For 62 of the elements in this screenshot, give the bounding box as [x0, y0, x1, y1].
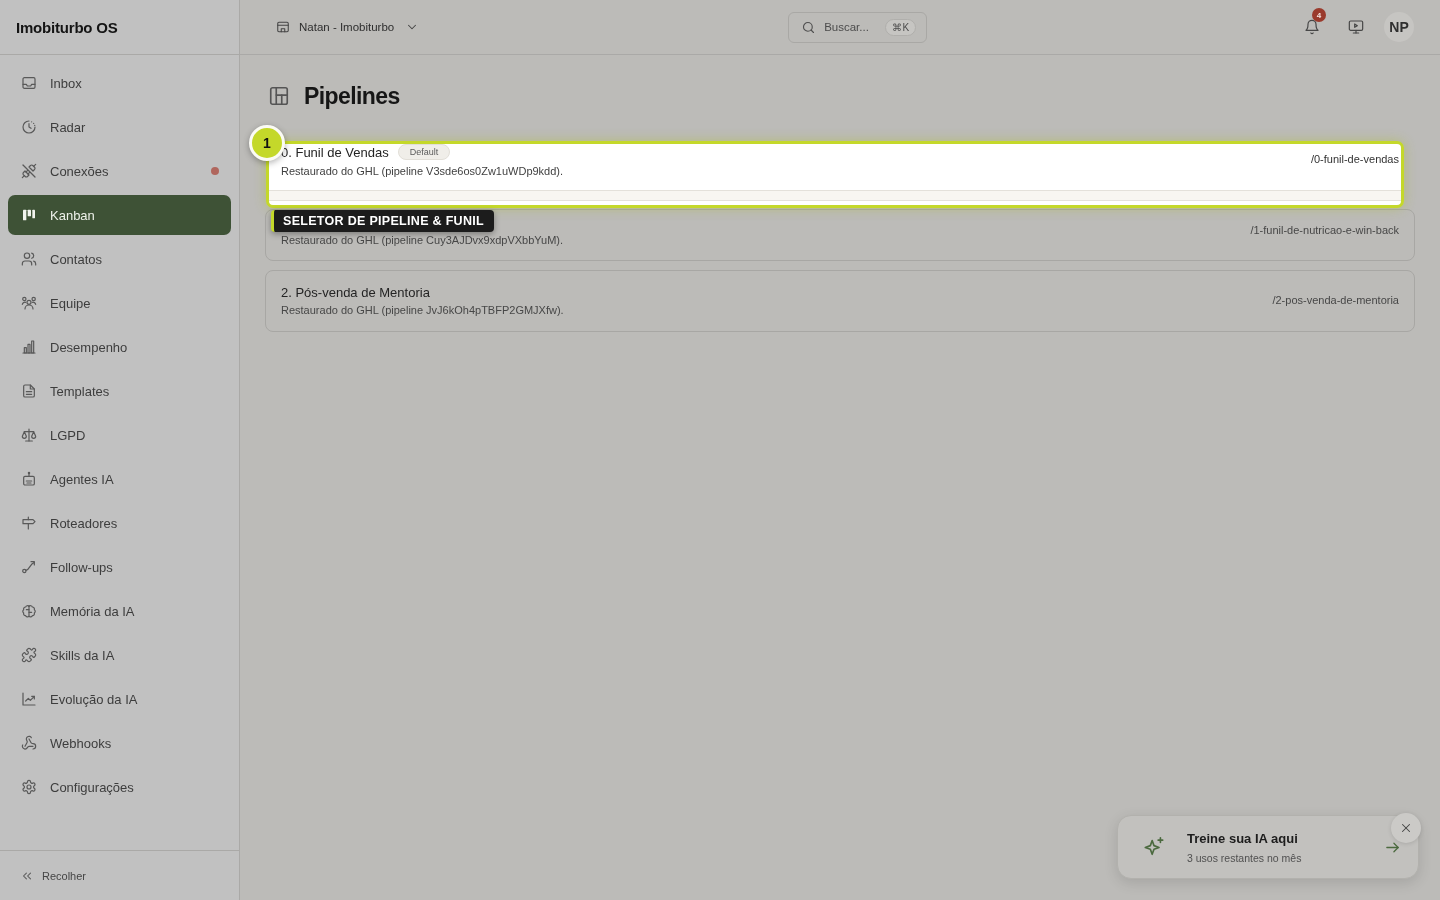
nav-item[interactable]: Conexões [8, 151, 231, 191]
nav-item[interactable]: Agentes IA [8, 459, 231, 499]
bar-chart-icon [21, 339, 37, 355]
tray-icon [21, 75, 37, 91]
search-icon [801, 19, 817, 35]
pipeline-description: Restaurado do GHL (pipeline JvJ6kOh4pTBFP2GMJXfw). [281, 303, 565, 317]
team-icon [21, 295, 37, 311]
timer-icon [21, 119, 37, 135]
pipeline-description: Restaurado do GHL (pipeline V3sde6os0Zw1uWDp9kdd). [281, 164, 565, 178]
workspace-selector[interactable]: Natan - Imobiturbo [276, 20, 420, 34]
webhook-icon [21, 735, 37, 751]
monitor-play-icon [1348, 19, 1364, 35]
shortcut-badge: ⌘K [885, 18, 917, 36]
promo-subtitle: 3 usos restantes no mês [1187, 851, 1303, 864]
pipeline-slug: /2-pos-venda-de-mentoria [1272, 294, 1399, 306]
nav-item[interactable]: Inbox [8, 63, 231, 103]
scales-icon [21, 427, 37, 443]
promo-title: Treine sua IA aqui [1187, 830, 1299, 846]
user-avatar[interactable]: NP [1384, 12, 1414, 42]
nav-item[interactable]: Skills da IA [8, 635, 231, 675]
pipeline-slug: /0-funil-de-vendas [1310, 153, 1399, 165]
page-title: Pipelines [304, 82, 400, 110]
pipeline-title: 2. Pós-venda de Mentoria [281, 284, 430, 300]
nav-item[interactable]: Contatos [8, 239, 231, 279]
nav-item[interactable]: Roteadores [8, 503, 231, 543]
puzzle-icon [21, 647, 37, 663]
tour-tooltip: SELETOR DE PIPELINE & FUNIL [271, 210, 494, 232]
nav-item[interactable]: Equipe [8, 283, 231, 323]
unplug-icon [21, 163, 37, 179]
signpost-icon [21, 515, 37, 531]
notification-count-badge: 4 [1312, 8, 1326, 22]
collapse-button[interactable]: Recolher [20, 868, 87, 883]
kanban-icon [21, 207, 37, 223]
app-name: Imobiturbo OS [16, 18, 118, 36]
nav-item[interactable]: Radar [8, 107, 231, 147]
nav-item[interactable]: Templates [8, 371, 231, 411]
line-chart-icon [21, 691, 37, 707]
notifications-button[interactable]: 4 [1296, 11, 1328, 43]
pipeline-slug: /1-funil-de-nutricao-e-win-back [1250, 224, 1399, 236]
nav-item[interactable]: Kanban [8, 195, 231, 235]
nav-item[interactable]: Configurações [8, 767, 231, 807]
default-badge: Default [397, 144, 451, 160]
document-icon [21, 383, 37, 399]
pipeline-description: Restaurado do GHL (pipeline Cuy3AJDvx9xdpVXbbYuM). [281, 233, 565, 247]
sparkle-icon [1143, 836, 1165, 858]
nav-item[interactable]: Memória da IA [8, 591, 231, 631]
nav-item[interactable]: LGPD [8, 415, 231, 455]
storefront-icon [276, 20, 290, 34]
robot-icon [21, 471, 37, 487]
nav-item[interactable]: Evolução da IA [8, 679, 231, 719]
close-icon [1399, 821, 1413, 835]
brain-icon [21, 603, 37, 619]
layout-grid-icon [268, 85, 290, 107]
pipeline-card[interactable]: 2. Pós-venda de Mentoria Restaurado do GHL (pipeline JvJ6kOh4pTBFP2GMJXfw). /2-pos-venda-de-mentoria [265, 270, 1415, 332]
route-icon [21, 559, 37, 575]
users-icon [21, 251, 37, 267]
promo-toast[interactable]: Treine sua IA aqui 3 usos restantes no mês [1117, 815, 1419, 879]
bell-icon [1304, 19, 1320, 35]
nav-item[interactable]: Webhooks [8, 723, 231, 763]
nav-item[interactable]: Follow-ups [8, 547, 231, 587]
nav-item[interactable]: Desempenho [8, 327, 231, 367]
settings-icon [21, 779, 37, 795]
